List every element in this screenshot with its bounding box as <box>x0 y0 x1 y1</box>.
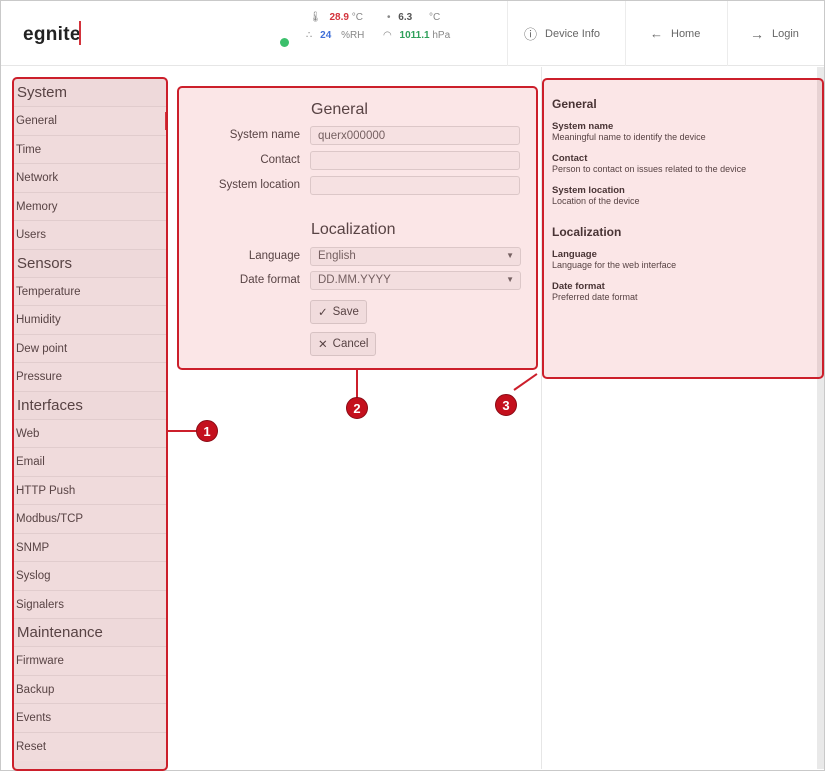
sidebar-item-web[interactable]: Web <box>14 419 166 448</box>
help-location-desc: Location of the device <box>552 196 640 206</box>
nav-device-info[interactable]: ⓘ Device Info <box>507 1 625 66</box>
sidebar-item-events[interactable]: Events <box>14 704 166 733</box>
sidebar-item-backup[interactable]: Backup <box>14 675 166 704</box>
sidebar-item-snmp[interactable]: SNMP <box>14 533 166 562</box>
dewpoint-value: 6.3 <box>398 12 413 23</box>
system-name-label: System name <box>229 129 300 141</box>
sidebar-item-syslog[interactable]: Syslog <box>14 562 166 591</box>
sidebar-item-modbus-tcp[interactable]: Modbus/TCP <box>14 505 166 534</box>
annotation-connector-2 <box>356 370 358 398</box>
sidebar-heading-sensors: Sensors <box>14 250 166 278</box>
page-scrollbar[interactable] <box>817 67 824 769</box>
help-panel: General System name Meaningful name to i… <box>541 67 817 769</box>
sidebar-heading-system: System <box>14 79 166 107</box>
nav-home[interactable]: ← Home <box>625 1 727 66</box>
sidebar: System General Time Network Memory Users… <box>14 79 168 769</box>
help-location-term: System location <box>552 185 625 196</box>
sidebar-item-dew-point[interactable]: Dew point <box>14 334 166 363</box>
annotation-badge-3: 3 <box>495 394 517 416</box>
help-date-format-term: Date format <box>552 281 605 292</box>
nav-login-label: Login <box>772 27 799 40</box>
sidebar-item-reset[interactable]: Reset <box>14 732 166 761</box>
help-system-name-term: System name <box>552 121 614 132</box>
sidebar-item-humidity[interactable]: Humidity <box>14 306 166 335</box>
annotation-connector-1 <box>168 430 196 432</box>
save-button[interactable]: ✓ Save <box>310 300 367 324</box>
sidebar-item-pressure[interactable]: Pressure <box>14 363 166 392</box>
humidity-unit: %RH <box>341 30 365 41</box>
help-language-desc: Language for the web interface <box>552 260 677 270</box>
caret-down-icon: ▼ <box>506 275 514 284</box>
sidebar-item-network[interactable]: Network <box>14 164 166 193</box>
humidity-value: 24 <box>320 30 332 41</box>
cancel-button[interactable]: ✕ Cancel <box>310 332 377 356</box>
system-location-label: System location <box>218 179 300 191</box>
sidebar-item-memory[interactable]: Memory <box>14 192 166 221</box>
help-general-title: General <box>552 97 597 111</box>
sidebar-heading-maintenance: Maintenance <box>14 619 166 647</box>
drop-icon: • <box>387 12 391 23</box>
help-localization-title: Localization <box>552 225 622 239</box>
date-format-select-value: DD.MM.YYYY <box>318 274 391 286</box>
temperature-reading: 🌡︎ 28.9 °C <box>309 12 363 23</box>
logo-accent-bar <box>79 21 81 45</box>
sidebar-item-signalers[interactable]: Signalers <box>14 590 166 619</box>
top-header: egnite 🌡︎ 28.9 °C ∴ 24 %RH • 6.3 °C ◠ 10… <box>1 1 824 66</box>
system-name-input[interactable] <box>310 126 520 145</box>
pressure-value: 1011.1 <box>399 30 430 41</box>
help-date-format-desc: Preferred date format <box>552 292 638 302</box>
nav-home-label: Home <box>671 27 701 40</box>
arrow-left-icon: ← <box>650 26 663 41</box>
annotation-badge-2: 2 <box>346 397 368 419</box>
check-icon: ✓ <box>318 307 328 319</box>
save-button-label: Save <box>332 306 359 318</box>
contact-label: Contact <box>260 154 300 166</box>
help-content: General System name Meaningful name to i… <box>552 97 746 314</box>
help-contact-term: Contact <box>552 153 588 164</box>
sidebar-item-temperature[interactable]: Temperature <box>14 277 166 306</box>
sidebar-item-firmware[interactable]: Firmware <box>14 647 166 676</box>
sidebar-item-email[interactable]: Email <box>14 448 166 477</box>
gauge-icon: ◠ <box>383 30 392 41</box>
system-location-input[interactable] <box>310 176 520 195</box>
logo: egnite <box>23 24 81 45</box>
date-format-label: Date format <box>239 274 300 286</box>
cancel-button-label: Cancel <box>332 338 369 350</box>
help-contact-desc: Person to contact on issues related to t… <box>552 164 747 174</box>
login-icon: →︎ <box>750 25 764 42</box>
annotation-badge-1: 1 <box>196 420 218 442</box>
caret-down-icon: ▼ <box>506 251 514 260</box>
form-localization-title: Localization <box>311 221 396 238</box>
dewpoint-reading: • 6.3 °C <box>387 12 440 23</box>
info-icon: ⓘ <box>524 27 538 42</box>
nav-login[interactable]: →︎ Login <box>727 1 824 66</box>
status-indicator <box>280 38 289 47</box>
language-select[interactable]: English ▼ <box>310 247 521 266</box>
help-language-term: Language <box>552 249 597 260</box>
temperature-value: 28.9 <box>329 12 349 23</box>
help-system-name-desc: Meaningful name to identify the device <box>552 132 706 142</box>
sidebar-item-general[interactable]: General <box>14 107 168 136</box>
sidebar-item-time[interactable]: Time <box>14 135 166 164</box>
pressure-unit: hPa <box>432 30 451 41</box>
pressure-reading: ◠ 1011.1 hPa <box>383 30 450 41</box>
date-format-select[interactable]: DD.MM.YYYY ▼ <box>310 271 521 290</box>
sidebar-heading-interfaces: Interfaces <box>14 392 166 420</box>
general-settings-form: General System name Contact System locat… <box>180 88 536 368</box>
sidebar-item-users[interactable]: Users <box>14 221 166 250</box>
humidity-reading: ∴ 24 %RH <box>306 30 364 41</box>
temperature-unit: °C <box>351 12 363 23</box>
humidity-icon: ∴ <box>306 30 313 41</box>
dewpoint-unit: °C <box>428 12 441 23</box>
language-label: Language <box>248 250 300 262</box>
nav-device-info-label: Device Info <box>545 27 601 40</box>
sidebar-item-http-push[interactable]: HTTP Push <box>14 476 166 505</box>
contact-input[interactable] <box>310 151 520 170</box>
close-icon: ✕ <box>318 339 328 351</box>
form-general-title: General <box>311 101 368 118</box>
language-select-value: English <box>318 250 356 262</box>
thermometer-icon: 🌡︎ <box>309 12 322 23</box>
